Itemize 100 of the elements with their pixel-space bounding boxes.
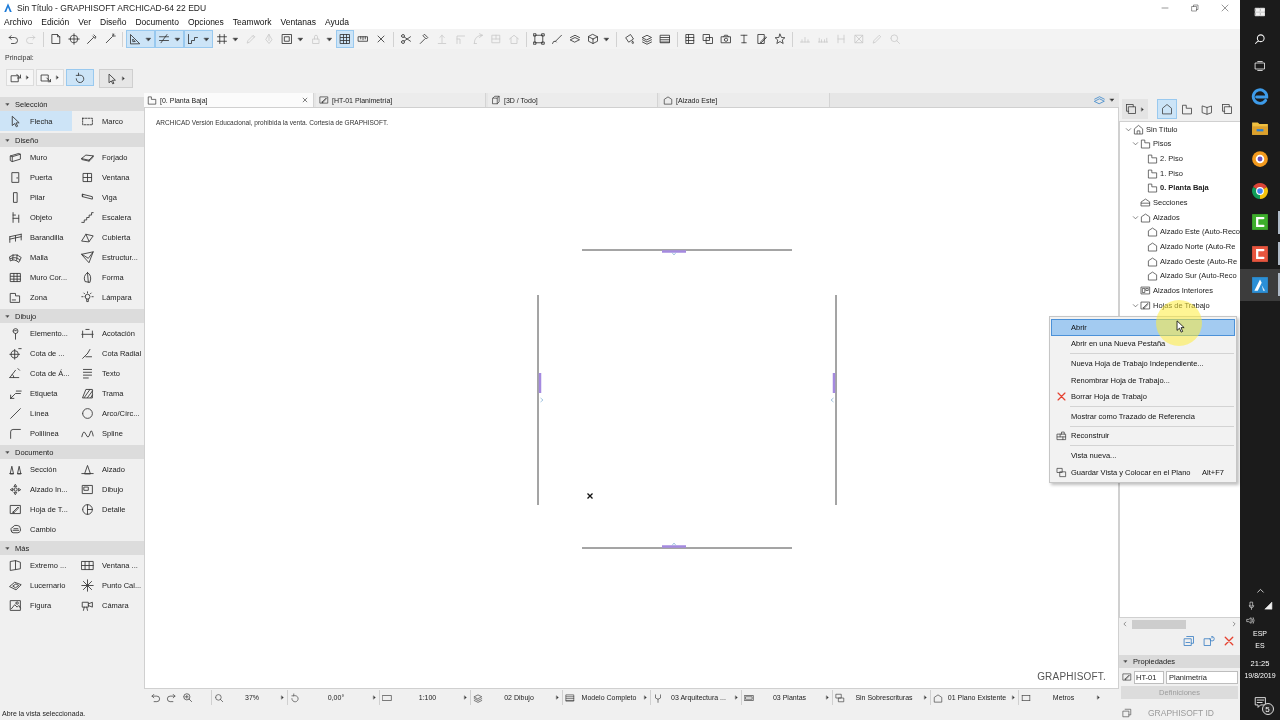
house-outline-icon bbox=[1147, 226, 1158, 238]
restore-icon[interactable] bbox=[1191, 3, 1199, 12]
toolbox-button[interactable] bbox=[99, 69, 133, 88]
house-outline-icon bbox=[1147, 270, 1158, 282]
caret-right-icon bbox=[734, 695, 739, 700]
stacked-pages-icon bbox=[1125, 103, 1137, 115]
redo-icon[interactable] bbox=[165, 692, 177, 703]
bracket-tile-icon bbox=[1251, 244, 1269, 263]
menu-item[interactable]: Ver bbox=[75, 17, 94, 27]
caret-right-icon bbox=[1011, 695, 1016, 700]
caret-icon bbox=[326, 35, 333, 43]
rectangle-frame-icon bbox=[744, 692, 754, 703]
overlapping-boxes-icon bbox=[835, 692, 845, 703]
morph-icon bbox=[81, 270, 94, 284]
rectangle-arrow-icon bbox=[10, 71, 22, 84]
speech-bubble-icon[interactable] bbox=[1253, 695, 1267, 709]
sheet-icon bbox=[50, 33, 62, 45]
menu-item[interactable]: Archivo bbox=[1, 17, 36, 27]
map-mode-button[interactable] bbox=[1157, 99, 1177, 119]
striped-box-icon bbox=[659, 33, 671, 45]
window-refresh-icon[interactable] bbox=[1203, 635, 1215, 647]
floor-plan-icon bbox=[147, 95, 157, 105]
caret-icon bbox=[203, 35, 210, 43]
polyline-icon bbox=[9, 426, 22, 440]
menu-item[interactable]: Teamwork bbox=[229, 17, 275, 27]
pen-icon bbox=[871, 33, 883, 45]
cross-icon bbox=[375, 33, 387, 45]
caret-icon bbox=[297, 35, 304, 43]
close-icon[interactable] bbox=[302, 97, 308, 103]
interior-elevation-marker-icon bbox=[9, 482, 22, 496]
toolbar-button[interactable] bbox=[336, 30, 354, 48]
house-outline-icon bbox=[1140, 211, 1151, 223]
microphone-icon[interactable] bbox=[1247, 601, 1256, 610]
zoom-in-icon[interactable] bbox=[181, 692, 193, 703]
cross-icon[interactable] bbox=[1223, 635, 1235, 647]
grid-icon bbox=[216, 33, 228, 45]
signal-icon[interactable] bbox=[1264, 601, 1273, 610]
undo-icon[interactable] bbox=[149, 692, 161, 703]
house-outline-icon bbox=[663, 95, 673, 105]
cross-icon bbox=[1056, 391, 1067, 403]
bracket-icon bbox=[835, 33, 847, 45]
fork-icon bbox=[653, 692, 663, 703]
cloud-icon bbox=[9, 522, 22, 536]
menu-item[interactable]: Ayuda bbox=[322, 17, 352, 27]
open-box-icon bbox=[491, 95, 501, 105]
cube-icon bbox=[587, 33, 599, 45]
pointer-arrow-icon bbox=[106, 72, 118, 85]
scissors-icon bbox=[400, 33, 412, 45]
toolbar-button[interactable] bbox=[126, 30, 155, 48]
search-icon[interactable] bbox=[1254, 33, 1266, 45]
menu-item[interactable]: Edición bbox=[38, 17, 73, 27]
house-outline-icon bbox=[1147, 255, 1158, 267]
organizer-button[interactable] bbox=[1122, 99, 1148, 119]
menu-item[interactable]: Diseño bbox=[97, 17, 130, 27]
floor-plan-icon bbox=[1147, 167, 1158, 179]
toolbar-button[interactable] bbox=[155, 30, 184, 48]
rectangle-icon bbox=[382, 692, 392, 703]
window-pair-icon bbox=[1056, 466, 1067, 478]
caret-icon bbox=[232, 35, 239, 43]
toolbox-button[interactable] bbox=[6, 69, 34, 86]
running-indicator bbox=[1278, 210, 1280, 234]
table-icon bbox=[684, 33, 696, 45]
building-section-icon bbox=[1140, 197, 1151, 208]
menu-item[interactable]: Ventanas bbox=[277, 17, 320, 27]
caret-right-icon bbox=[121, 76, 126, 81]
taskbar-button[interactable] bbox=[1240, 269, 1280, 301]
window-stack-icon[interactable] bbox=[1122, 708, 1132, 718]
marker-pin-icon bbox=[9, 326, 22, 340]
chair-icon bbox=[9, 210, 22, 224]
brand-logo: GRAPHISOFT. bbox=[1037, 671, 1106, 682]
caret-icon bbox=[1109, 97, 1115, 103]
pen-icon bbox=[245, 33, 257, 45]
layers-icon bbox=[641, 33, 653, 45]
scrollbar-thumb[interactable] bbox=[1132, 619, 1186, 629]
target-icon bbox=[68, 33, 80, 45]
notification-count: 5 bbox=[1261, 703, 1274, 715]
door-icon bbox=[9, 170, 22, 184]
start-icon[interactable] bbox=[1254, 6, 1266, 18]
interior-elevation-icon bbox=[1140, 284, 1151, 296]
toolbox-button[interactable] bbox=[66, 69, 94, 86]
rotate-arrow-icon bbox=[74, 71, 86, 84]
window-stack-icon[interactable] bbox=[1183, 635, 1195, 647]
wall-end-icon bbox=[9, 558, 22, 572]
toolbar-button[interactable] bbox=[65, 30, 83, 48]
triangle-tile-icon bbox=[1251, 276, 1269, 295]
toolbar-button[interactable] bbox=[530, 30, 548, 48]
floor-plan-icon bbox=[1181, 103, 1193, 115]
edit-icon bbox=[756, 33, 768, 45]
menu-item[interactable]: Opciones bbox=[184, 17, 227, 27]
task-view-icon[interactable] bbox=[1254, 60, 1266, 72]
running-indicator bbox=[1278, 273, 1280, 297]
floor-plan-icon bbox=[1140, 138, 1151, 150]
pen-nib-icon bbox=[263, 33, 275, 45]
menu-item[interactable]: Documento bbox=[132, 17, 182, 27]
toolbar-button[interactable] bbox=[184, 30, 213, 48]
toolbox-button[interactable] bbox=[36, 69, 64, 86]
worksheet-icon bbox=[319, 95, 329, 105]
close-icon[interactable] bbox=[1221, 3, 1229, 12]
speaker-icon[interactable] bbox=[1246, 616, 1255, 625]
caret-right-icon bbox=[1096, 695, 1101, 700]
